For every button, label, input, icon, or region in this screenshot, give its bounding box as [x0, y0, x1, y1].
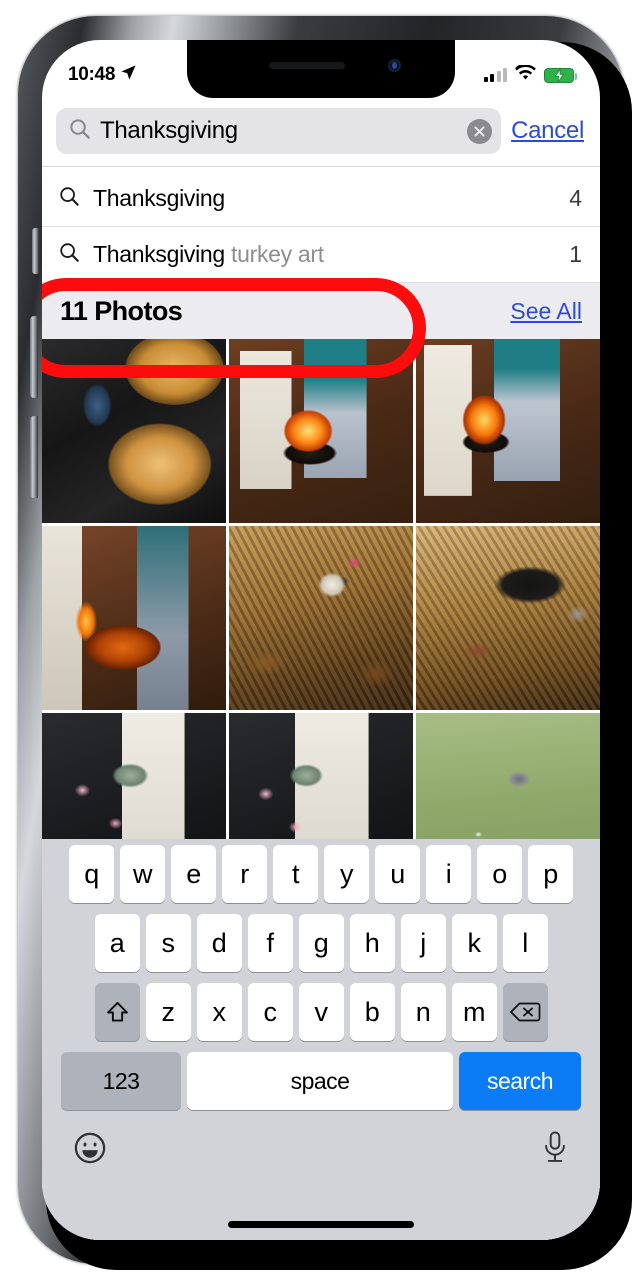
photo-thumbnail [229, 339, 413, 523]
key-r[interactable]: r [222, 845, 267, 903]
key-y[interactable]: y [324, 845, 369, 903]
key-z[interactable]: z [145, 983, 191, 1041]
location-arrow-icon [120, 64, 137, 86]
photo-flaming-pan-closeup[interactable] [42, 526, 226, 710]
key-h[interactable]: h [349, 914, 395, 972]
status-bar-right [483, 64, 577, 86]
earpiece-speaker-icon [269, 62, 345, 69]
suggestion-count: 1 [569, 241, 582, 267]
search-icon [68, 117, 91, 145]
key-v[interactable]: v [298, 983, 344, 1041]
photo-thumbnail [42, 339, 226, 523]
cancel-button[interactable]: Cancel [511, 117, 586, 145]
photos-header: 11 Photos See All [42, 283, 600, 339]
photo-thumbnail [229, 526, 413, 710]
key-k[interactable]: k [451, 914, 497, 972]
keyboard-bottom-bar [42, 1118, 600, 1178]
phone-screen: 10:48 Thanksgiving Cancel Thanksgiving 4… [42, 40, 600, 1240]
key-b[interactable]: b [349, 983, 395, 1041]
search-input[interactable]: Thanksgiving [56, 108, 502, 154]
search-input-value: Thanksgiving [100, 117, 238, 144]
on-screen-keyboard: q w e r t y u i o p a s d f g h j k l z … [42, 839, 600, 1240]
key-l[interactable]: l [502, 914, 548, 972]
photo-flaming-skillet-held-b[interactable] [416, 339, 600, 523]
key-s[interactable]: s [145, 914, 191, 972]
clear-search-button[interactable] [467, 118, 493, 144]
key-d[interactable]: d [196, 914, 242, 972]
front-camera-icon [388, 59, 401, 72]
status-bar-left: 10:48 [68, 64, 137, 86]
keyboard-row-4: 123 space search [42, 1052, 600, 1110]
volume-up-button[interactable] [30, 316, 38, 398]
shift-arrow-icon[interactable] [94, 983, 140, 1041]
suggestion-row-thanksgiving[interactable]: Thanksgiving 4 [42, 171, 600, 227]
wifi-icon [515, 64, 536, 86]
key-e[interactable]: e [171, 845, 216, 903]
suggestion-label: Thanksgiving [93, 185, 225, 211]
key-c[interactable]: c [247, 983, 293, 1041]
numbers-key[interactable]: 123 [61, 1052, 181, 1110]
photos-count-label: 11 Photos [60, 295, 183, 326]
search-icon [58, 241, 80, 268]
key-i[interactable]: i [426, 845, 471, 903]
microphone-icon[interactable] [540, 1130, 570, 1171]
photo-cornbread-skillets[interactable] [42, 339, 226, 523]
search-key[interactable]: search [459, 1052, 581, 1110]
suggestion-count: 4 [569, 185, 582, 211]
suggestion-label: Thanksgiving turkey art [93, 241, 324, 267]
photo-dog-in-leaves[interactable] [229, 526, 413, 710]
key-w[interactable]: w [120, 845, 165, 903]
photo-thumbnail [416, 339, 600, 523]
key-t[interactable]: t [273, 845, 318, 903]
see-all-link[interactable]: See All [510, 298, 582, 325]
key-p[interactable]: p [528, 845, 573, 903]
key-g[interactable]: g [298, 914, 344, 972]
volume-down-button[interactable] [30, 416, 38, 498]
key-x[interactable]: x [196, 983, 242, 1041]
emoji-smiley-icon[interactable] [72, 1130, 108, 1171]
cellular-signal-icon [483, 68, 507, 82]
search-suggestion-list: Thanksgiving 4 Thanksgiving turkey art 1 [42, 171, 600, 283]
photo-thumbnail [416, 526, 600, 710]
silent-switch[interactable] [32, 228, 39, 274]
photo-black-dog-in-leaves[interactable] [416, 526, 600, 710]
search-icon [58, 185, 80, 212]
key-j[interactable]: j [400, 914, 446, 972]
notch [187, 40, 455, 98]
key-n[interactable]: n [400, 983, 446, 1041]
key-o[interactable]: o [477, 845, 522, 903]
key-m[interactable]: m [451, 983, 497, 1041]
key-a[interactable]: a [94, 914, 140, 972]
key-q[interactable]: q [69, 845, 114, 903]
key-f[interactable]: f [247, 914, 293, 972]
key-u[interactable]: u [375, 845, 420, 903]
status-time: 10:48 [68, 64, 116, 85]
home-indicator[interactable] [228, 1221, 414, 1228]
keyboard-row-1: q w e r t y u i o p [42, 845, 600, 903]
photo-grid [42, 339, 600, 897]
photo-flaming-skillet-held-a[interactable] [229, 339, 413, 523]
keyboard-row-3: z x c v b n m [42, 983, 600, 1041]
photo-thumbnail [42, 526, 226, 710]
backspace-delete-icon[interactable] [502, 983, 548, 1041]
battery-charging-icon [544, 67, 577, 83]
suggestion-row-thanksgiving-turkey-art[interactable]: Thanksgiving turkey art 1 [42, 227, 600, 283]
space-key[interactable]: space [187, 1052, 453, 1110]
keyboard-row-2: a s d f g h j k l [42, 914, 600, 972]
search-header: Thanksgiving Cancel [42, 98, 600, 167]
